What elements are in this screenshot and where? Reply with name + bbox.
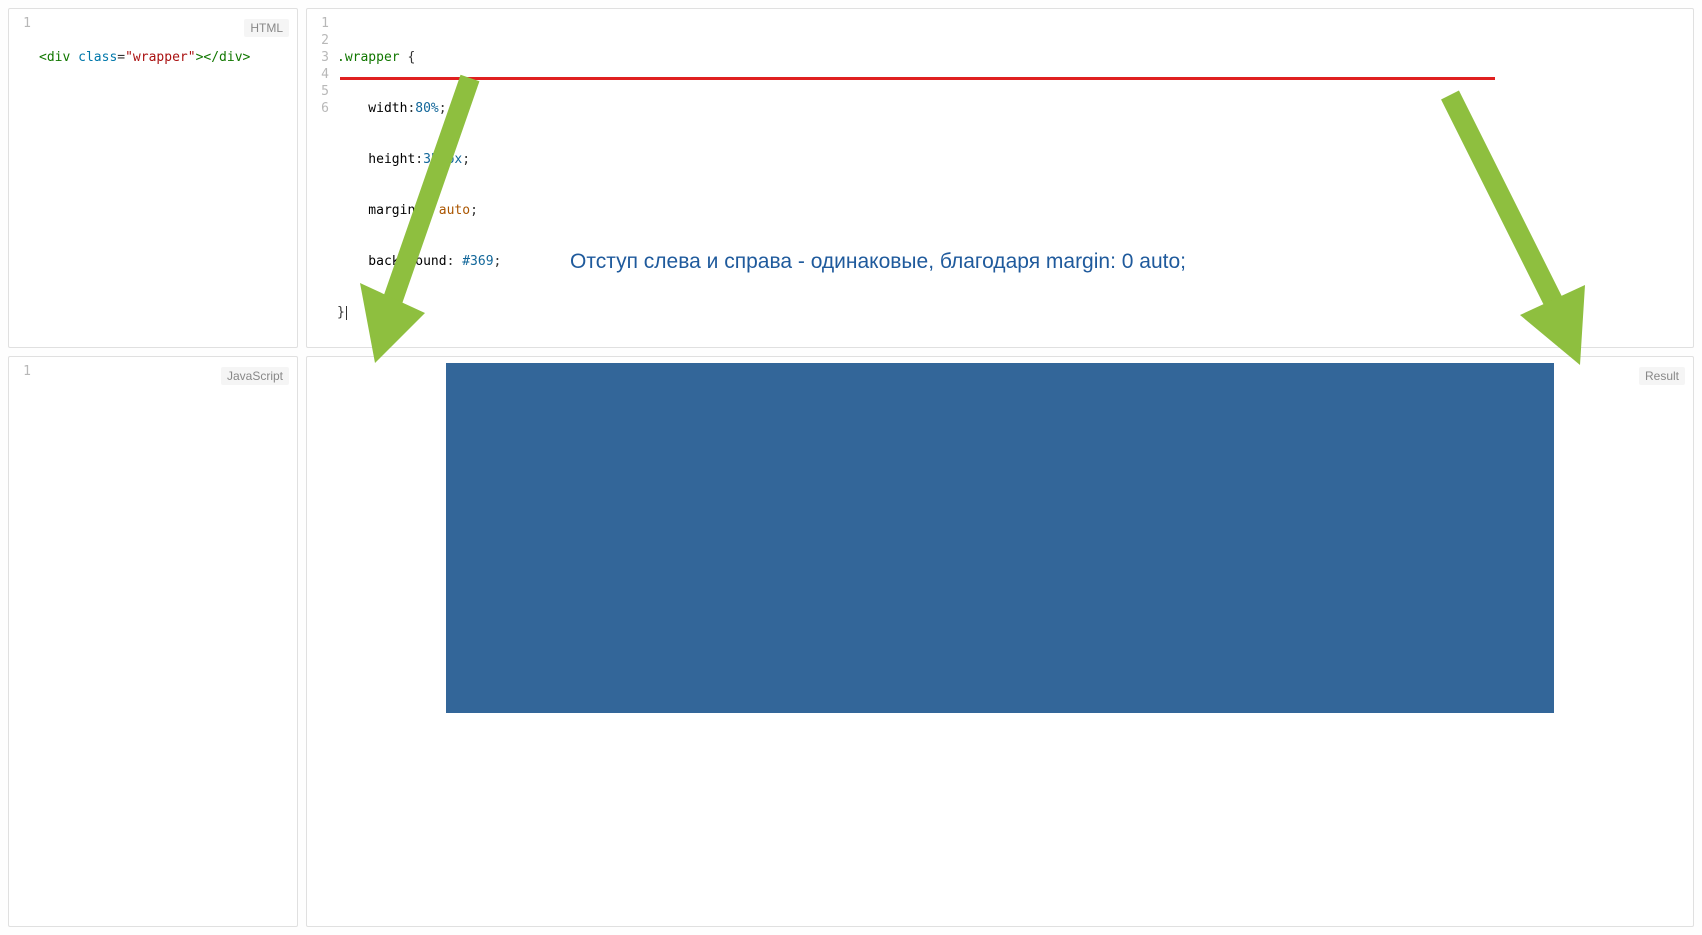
html-gutter: 1	[9, 9, 39, 347]
panel-label-html: HTML	[244, 19, 289, 37]
line-number: 4	[307, 66, 329, 83]
annotation-arrow-right-icon	[1435, 90, 1595, 370]
text-cursor	[346, 306, 347, 320]
js-editor[interactable]: 1	[9, 357, 297, 926]
line-number: 1	[9, 15, 31, 32]
html-code-area[interactable]: <div class="wrapper"></div>	[39, 9, 297, 347]
result-panel: Result	[306, 356, 1694, 927]
annotation-underline	[340, 77, 1495, 80]
panel-label-js: JavaScript	[221, 367, 289, 385]
annotation-arrow-left-icon	[355, 73, 495, 368]
code-line: <div class="wrapper"></div>	[39, 49, 297, 66]
line-number: 3	[307, 49, 329, 66]
panel-label-result: Result	[1639, 367, 1685, 385]
line-number: 1	[307, 15, 329, 32]
js-gutter: 1	[9, 357, 39, 926]
css-gutter: 1 2 3 4 5 6	[307, 9, 337, 347]
js-editor-panel[interactable]: JavaScript 1	[8, 356, 298, 927]
js-code-area[interactable]	[39, 357, 297, 926]
line-number: 1	[9, 363, 31, 380]
result-wrapper-div	[446, 363, 1555, 713]
line-number: 6	[307, 100, 329, 117]
html-editor-panel[interactable]: HTML 1 <div class="wrapper"></div>	[8, 8, 298, 348]
code-line: .wrapper {	[337, 49, 1693, 66]
line-number: 5	[307, 83, 329, 100]
html-editor[interactable]: 1 <div class="wrapper"></div>	[9, 9, 297, 347]
line-number: 2	[307, 32, 329, 49]
result-viewport	[307, 357, 1693, 926]
annotation-text: Отступ слева и справа - одинаковые, благ…	[570, 250, 1186, 274]
